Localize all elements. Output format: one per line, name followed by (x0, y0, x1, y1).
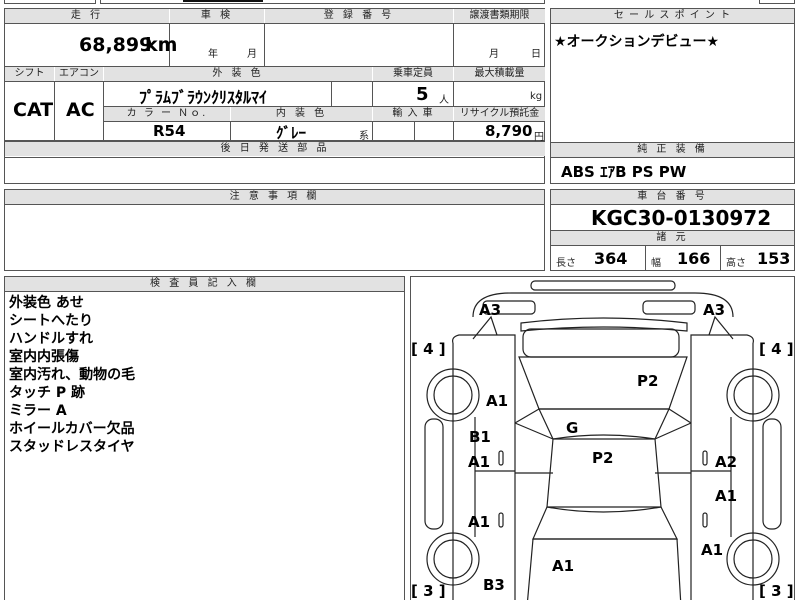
width-label: 幅 (651, 258, 661, 269)
chassis-header: 車 台 番 号 (551, 190, 794, 205)
inspector-note: 室内汚れ、動物の毛 (9, 367, 136, 383)
ac-header: エアコン (55, 67, 103, 81)
ac-value: AC (66, 99, 95, 121)
damage-mark-a1-left-lower: A1 (468, 513, 491, 531)
inspector-note: ホイールカバー欠品 (9, 421, 135, 437)
sales-point-box: セ ー ル ス ポ イ ン ト ★オークションデビュー★ 純 正 装 備 (550, 8, 795, 158)
damage-mark-a1-right-lower: A1 (701, 541, 724, 559)
damage-mark-b1-left: B1 (469, 428, 491, 446)
inspector-note: ハンドルすれ (9, 331, 93, 347)
mileage-header: 走 行 (5, 9, 169, 23)
exterior-header: 外 装 色 (104, 67, 372, 81)
capacity-value: 5 (416, 84, 429, 105)
equipment-header: 純 正 装 備 (551, 142, 794, 157)
transfer-day-label: 日 (531, 49, 541, 60)
damage-mark-a1-front-left: A1 (486, 392, 509, 410)
inspector-note: 外装色 あせ (9, 295, 84, 311)
exterior-cell-end (332, 81, 373, 107)
equipment-items: ABS ｴｱB PS PW (561, 163, 687, 181)
shift-header: シフト (5, 67, 54, 81)
height-value: 153 (757, 249, 791, 268)
recycle-header: リサイクル預託金 (454, 107, 545, 121)
inspector-note: タッチ P 跡 (9, 385, 86, 401)
caution-box: 注 意 事 項 欄 (4, 189, 545, 271)
transfer-month-label: 月 (489, 49, 499, 60)
parts-box (4, 157, 545, 184)
tire-mark-right-rear: [ 3 ] (759, 582, 794, 600)
inspection-month-label: 月 (247, 49, 257, 60)
inspector-notes: 外装色 あせ シートへたり ハンドルすれ 室内内張傷 室内汚れ、動物の毛 タッチ… (9, 294, 135, 456)
import-header: 輸 入 車 (373, 107, 453, 121)
length-label: 長さ (556, 258, 576, 269)
tire-mark-right-front: [ 4 ] (759, 340, 794, 358)
max-load-header: 最大積載量 (454, 67, 545, 81)
top-strip-glyphs (183, 0, 263, 2)
top-strip-mid (100, 0, 545, 4)
recycle-fee-value: 8,790 (485, 122, 533, 140)
inspector-note: ミラー A (9, 403, 67, 419)
damage-mark-b3-rear: B3 (483, 576, 505, 594)
inspector-box: 検 査 員 記 入 欄 外装色 あせ シートへたり ハンドルすれ 室内内張傷 室… (4, 276, 405, 600)
inspector-header: 検 査 員 記 入 欄 (5, 277, 404, 292)
interior-color-value: ｸﾞﾚｰ (276, 124, 307, 142)
chassis-number: KGC30-0130972 (591, 206, 772, 230)
inspector-note: 室内内張傷 (9, 349, 79, 365)
import-cell-a (373, 121, 415, 141)
parts-header: 後 日 発 送 部 品 (5, 141, 545, 156)
inspection-year-label: 年 (208, 49, 218, 60)
length-value: 364 (594, 249, 628, 268)
damage-mark-a3-left: A3 (479, 301, 502, 319)
tire-mark-left-front: [ 4 ] (411, 340, 446, 358)
sales-point-text: ★オークションデビュー★ (554, 34, 720, 50)
mileage-value: 68,899 (79, 34, 153, 56)
damage-mark-a2-right: A2 (715, 453, 738, 471)
registration-cell (265, 23, 454, 67)
import-cell-b (415, 121, 454, 141)
transfer-header: 譲渡書類期限 (454, 9, 545, 23)
damage-mark-a3-right: A3 (703, 301, 726, 319)
damage-mark-g: G (566, 419, 579, 437)
sales-point-header: セ ー ル ス ポ イ ン ト (551, 9, 794, 24)
damage-mark-p2-hood: P2 (637, 372, 659, 390)
damage-mark-p2-roof: P2 (592, 449, 614, 467)
inspection-header: 車 検 (170, 9, 264, 23)
equipment-box: ABS ｴｱB PS PW (550, 157, 795, 184)
car-diagram-box: A3 A3 [ 4 ] [ 4 ] P2 A1 G B1 A1 P2 A2 A1… (410, 276, 795, 600)
capacity-header: 乗車定員 (373, 67, 453, 81)
vehicle-info-table: 走 行 車 検 登 録 番 号 譲渡書類期限 68,899 km 年 月 月 日… (4, 8, 545, 158)
auction-sheet: { "top_strip": { "text": "" }, "vehicle"… (0, 0, 800, 600)
inspector-note: スタッドレスタイヤ (9, 439, 135, 455)
exterior-color-value: ﾌﾟﾗﾑﾌﾞﾗｳﾝｸﾘｽﾀﾙﾏｲ (139, 88, 268, 107)
width-value: 166 (677, 249, 711, 268)
capacity-unit: 人 (439, 95, 449, 106)
max-load-unit: kg (530, 91, 543, 102)
spec-header: 諸 元 (551, 230, 794, 246)
color-no-value: R54 (153, 122, 186, 140)
chassis-box: 車 台 番 号 KGC30-0130972 諸 元 長さ 364 幅 166 高… (550, 189, 795, 271)
tire-mark-left-rear: [ 3 ] (411, 582, 446, 600)
top-strip-left (4, 0, 96, 4)
height-label: 高さ (726, 258, 746, 269)
shift-value: CAT (13, 99, 54, 121)
top-strip-right (759, 0, 795, 4)
registration-header: 登 録 番 号 (265, 9, 453, 23)
damage-mark-a1-left-mid: A1 (468, 453, 491, 471)
damage-mark-a1-right-mid: A1 (715, 487, 738, 505)
inspector-note: シートへたり (9, 313, 93, 329)
color-no-header: カ ラ ー Ｎｏ. (104, 107, 230, 121)
interior-header: 内 装 色 (231, 107, 372, 121)
damage-mark-a1-rear: A1 (552, 557, 575, 575)
interior-suffix: 系 (359, 131, 369, 142)
caution-header: 注 意 事 項 欄 (5, 190, 544, 205)
